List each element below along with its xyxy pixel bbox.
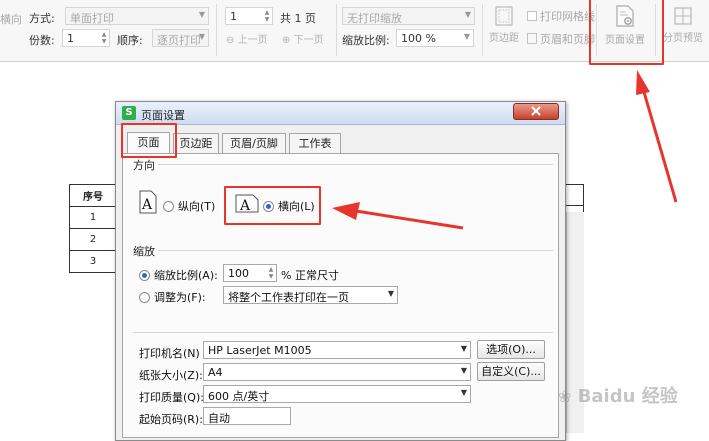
- watermark-text: Baidu 经验: [577, 386, 678, 407]
- baidu-watermark: ❀ Baidu 经验: [558, 382, 678, 408]
- annotation-arrows: [332, 70, 678, 230]
- arrow-to-landscape-icon: [332, 202, 464, 230]
- arrow-to-page-setup-icon: [636, 70, 678, 203]
- paw-icon: ❀: [558, 387, 572, 406]
